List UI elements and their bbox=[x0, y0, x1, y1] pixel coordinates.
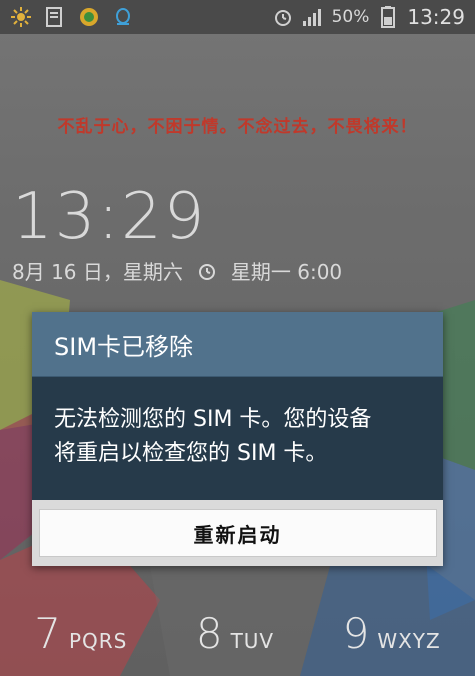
lockscreen-alarm: 星期一 6:00 bbox=[230, 260, 343, 284]
key-7[interactable]: 7 PQRS bbox=[34, 609, 127, 658]
key-letters: TUV bbox=[230, 628, 275, 653]
qq-icon bbox=[112, 6, 134, 28]
key-letters: PQRS bbox=[68, 628, 128, 653]
lockscreen-date-row: 8月 16 日，星期六 星期一 6:00 bbox=[12, 256, 342, 285]
status-bar: 50% 13:29 bbox=[0, 0, 475, 34]
lockscreen-motto: 不乱于心，不困于情。不念过去，不畏将来！ bbox=[57, 117, 418, 137]
key-digit: 9 bbox=[342, 608, 370, 658]
lockscreen-clock: 13:29 bbox=[12, 180, 207, 254]
key-letters: WXYZ bbox=[377, 628, 441, 653]
dialog-footer: 重新启动 bbox=[32, 500, 443, 566]
battery-percent: 50% bbox=[331, 7, 370, 27]
dialog-body: 无法检测您的 SIM 卡。您的设备 将重启以检查您的 SIM 卡。 bbox=[32, 377, 443, 507]
dialog-message-line2: 将重启以检查您的 SIM 卡。 bbox=[54, 441, 328, 466]
status-bar-time: 13:29 bbox=[407, 5, 465, 29]
restart-button[interactable]: 重新启动 bbox=[38, 509, 437, 557]
app-circle-icon bbox=[78, 6, 100, 28]
key-8[interactable]: 8 TUV bbox=[196, 609, 274, 658]
dialog-title: SIM卡已移除 bbox=[54, 332, 194, 361]
lockscreen-date: 8月 16 日，星期六 bbox=[12, 260, 183, 284]
note-icon bbox=[44, 6, 66, 28]
status-bar-right: 50% 13:29 bbox=[272, 5, 475, 29]
battery-icon bbox=[377, 6, 399, 28]
key-digit: 8 bbox=[195, 608, 223, 658]
status-bar-left bbox=[0, 6, 134, 28]
sim-removed-dialog: SIM卡已移除 无法检测您的 SIM 卡。您的设备 将重启以检查您的 SIM 卡… bbox=[32, 312, 443, 566]
key-digit: 7 bbox=[34, 608, 61, 658]
weather-sun-icon bbox=[10, 6, 32, 28]
keypad-row: 7 PQRS 8 TUV 9 WXYZ bbox=[0, 598, 475, 668]
dialog-header: SIM卡已移除 bbox=[32, 312, 443, 377]
alarm-icon bbox=[197, 261, 217, 281]
dialog-message-line1: 无法检测您的 SIM 卡。您的设备 bbox=[54, 407, 372, 432]
signal-icon bbox=[302, 6, 324, 28]
alarm-clock-icon bbox=[272, 6, 294, 28]
key-9[interactable]: 9 WXYZ bbox=[343, 609, 441, 658]
